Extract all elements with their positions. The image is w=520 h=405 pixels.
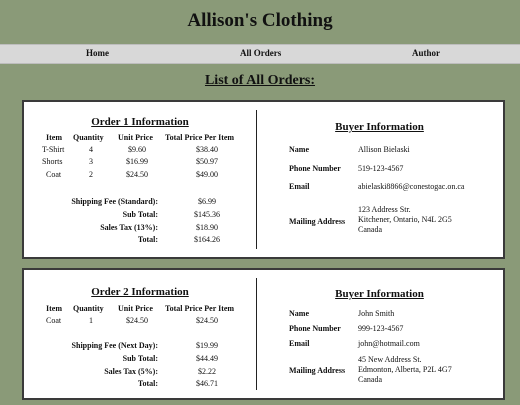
item-unit-price: $9.60 (128, 145, 146, 154)
buyer-phone: 999-123-4567 (358, 324, 404, 333)
col-header-quantity: Quantity (73, 304, 104, 313)
item-quantity: 2 (89, 170, 93, 179)
item-total: $50.97 (196, 157, 218, 166)
address-line: Canada (358, 225, 382, 234)
item-total: $49.00 (196, 170, 218, 179)
buyer-title: Buyer Information (335, 288, 424, 300)
sales-tax-value: $2.22 (198, 367, 216, 376)
sales-tax-label: Sales Tax (13%): (100, 223, 158, 232)
buyer-email-label: Email (289, 339, 310, 348)
col-header-unit-price: Unit Price (118, 304, 153, 313)
nav-bar: Home All Orders Author (0, 44, 520, 64)
buyer-phone: 519-123-4567 (358, 164, 404, 173)
buyer-name: Allison Bielaski (358, 145, 410, 154)
order-title: Order 2 Information (91, 286, 189, 298)
order-title: Order 1 Information (91, 116, 189, 128)
shipping-fee-value: $19.99 (196, 341, 218, 350)
total-value: $164.26 (194, 235, 220, 244)
item-name: Coat (46, 316, 62, 325)
item-name: Coat (46, 170, 62, 179)
subtotal-value: $44.49 (196, 354, 218, 363)
card-divider (256, 278, 257, 390)
buyer-address: 45 New Address St. Edmonton, Alberta, P2… (358, 355, 452, 385)
sales-tax-value: $18.90 (196, 223, 218, 232)
subtotal-label: Sub Total: (122, 354, 158, 363)
address-line: 45 New Address St. (358, 355, 422, 364)
buyer-address-label: Mailing Address (289, 366, 346, 375)
item-unit-price: $16.99 (126, 157, 148, 166)
item-quantity: 4 (89, 145, 93, 154)
total-label: Total: (137, 235, 158, 244)
address-line: Canada (358, 375, 382, 384)
total-value: $46.71 (196, 379, 218, 388)
col-header-item: Item (46, 133, 62, 142)
buyer-address: 123 Address Str. Kitchener, Ontario, N4L… (358, 205, 452, 235)
item-total: $38.40 (196, 145, 218, 154)
buyer-email-label: Email (289, 182, 310, 191)
shipping-fee-label: Shipping Fee (Standard): (71, 197, 158, 206)
buyer-phone-label: Phone Number (289, 324, 341, 333)
site-title: Allison's Clothing (187, 10, 333, 31)
total-label: Total: (137, 379, 158, 388)
buyer-name-label: Name (289, 309, 309, 318)
item-quantity: 3 (89, 157, 93, 166)
buyer-name-label: Name (289, 145, 309, 154)
item-unit-price: $24.50 (126, 170, 148, 179)
sales-tax-label: Sales Tax (5%): (104, 367, 158, 376)
buyer-title: Buyer Information (335, 121, 424, 133)
address-line: Kitchener, Ontario, N4L 2G5 (358, 215, 452, 224)
item-name: T-Shirt (42, 145, 65, 154)
buyer-email[interactable]: john@hotmail.com (358, 339, 420, 349)
col-header-total-price: Total Price Per Item (165, 133, 235, 142)
buyer-name: John Smith (358, 309, 395, 318)
card-divider (256, 110, 257, 249)
col-header-item: Item (46, 304, 62, 313)
subtotal-label: Sub Total: (122, 210, 158, 219)
item-total: $24.50 (196, 316, 218, 325)
order-card: Order 2 Information Item Quantity Unit P… (22, 268, 505, 400)
buyer-phone-label: Phone Number (289, 164, 341, 173)
order-card: Order 1 Information Item Quantity Unit P… (22, 100, 505, 259)
nav-home-link[interactable]: Home (86, 48, 109, 58)
col-header-quantity: Quantity (73, 133, 104, 142)
buyer-address-label: Mailing Address (289, 217, 346, 226)
item-quantity: 1 (89, 316, 93, 325)
address-line: Edmonton, Alberta, P2L 4G7 (358, 365, 452, 374)
address-line: 123 Address Str. (358, 205, 411, 214)
subtotal-value: $145.36 (194, 210, 220, 219)
item-unit-price: $24.50 (126, 316, 148, 325)
page-heading: List of All Orders: (204, 73, 316, 88)
shipping-fee-label: Shipping Fee (Next Day): (71, 341, 158, 350)
nav-all-orders-link[interactable]: All Orders (240, 48, 281, 58)
buyer-email[interactable]: abielaski8866@conestogac.on.ca (358, 182, 464, 192)
nav-author-link[interactable]: Author (412, 48, 440, 58)
col-header-unit-price: Unit Price (118, 133, 153, 142)
shipping-fee-value: $6.99 (198, 197, 216, 206)
item-name: Shorts (42, 157, 63, 166)
col-header-total-price: Total Price Per Item (165, 304, 235, 313)
